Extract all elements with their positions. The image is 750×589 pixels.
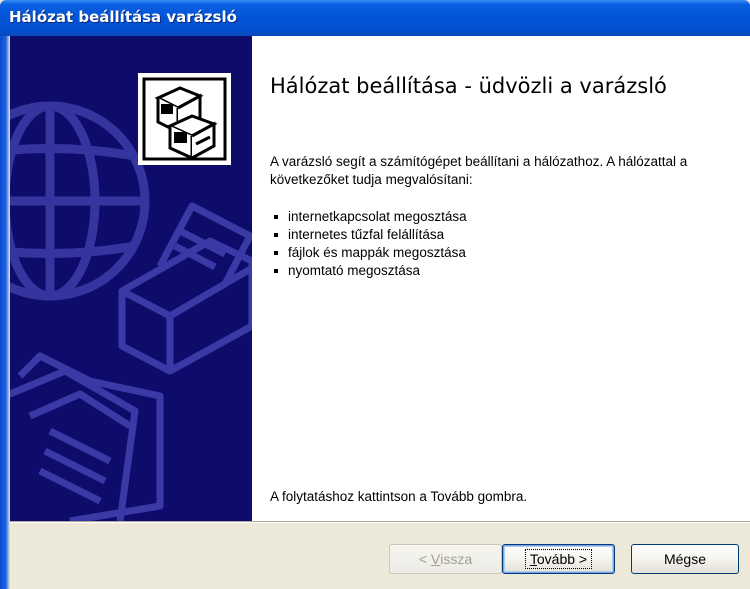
button-separator [10, 521, 750, 523]
bullet-icon [274, 251, 278, 255]
window-left-border [0, 36, 10, 589]
title-bar[interactable]: Hálózat beállítása varázsló [0, 0, 750, 36]
back-button-prefix: < [418, 551, 431, 567]
next-button-accel: T [529, 551, 537, 567]
bullet-icon [274, 215, 278, 219]
wizard-content: Hálózat beállítása - üdvözli a varázsló … [252, 36, 750, 521]
globe-icon [10, 101, 150, 301]
wizard-window: Hálózat beállítása varázsló Hálózat beál… [0, 0, 750, 589]
next-button-rest: ovább > [536, 551, 588, 567]
list-item-label: internetes tűzfal felállítása [288, 227, 445, 242]
list-item-label: nyomtató megosztása [288, 263, 421, 278]
feature-list: internetkapcsolat megosztása internetes … [272, 208, 467, 280]
cancel-button[interactable]: Mégse [631, 544, 739, 574]
bullet-icon [274, 269, 278, 273]
bullet-icon [274, 233, 278, 237]
list-item: internetes tűzfal felállítása [272, 226, 467, 244]
back-button-rest: issza [440, 551, 473, 567]
next-button-focus: Tovább > [524, 549, 593, 569]
banner-artwork [10, 73, 252, 521]
wizard-heading: Hálózat beállítása - üdvözli a varázsló [270, 74, 667, 98]
back-button-accel: V [430, 551, 441, 567]
wizard-banner-panel [10, 36, 252, 521]
list-item: fájlok és mappák megosztása [272, 244, 467, 262]
back-button[interactable]: < Vissza [389, 544, 502, 574]
cancel-button-label: Mégse [663, 551, 707, 567]
window-title: Hálózat beállítása varázsló [9, 8, 237, 26]
next-button[interactable]: Tovább > [502, 544, 615, 574]
intro-text: A varázsló segít a számítógépet beállíta… [270, 154, 688, 187]
network-computers-icon [138, 73, 231, 165]
list-item-label: fájlok és mappák megosztása [288, 245, 466, 260]
continue-instruction: A folytatáshoz kattintson a Tovább gombr… [270, 489, 528, 504]
list-item: nyomtató megosztása [272, 262, 467, 280]
list-item: internetkapcsolat megosztása [272, 208, 467, 226]
folder-documents-icon [10, 352, 164, 521]
list-item-label: internetkapcsolat megosztása [288, 209, 467, 224]
